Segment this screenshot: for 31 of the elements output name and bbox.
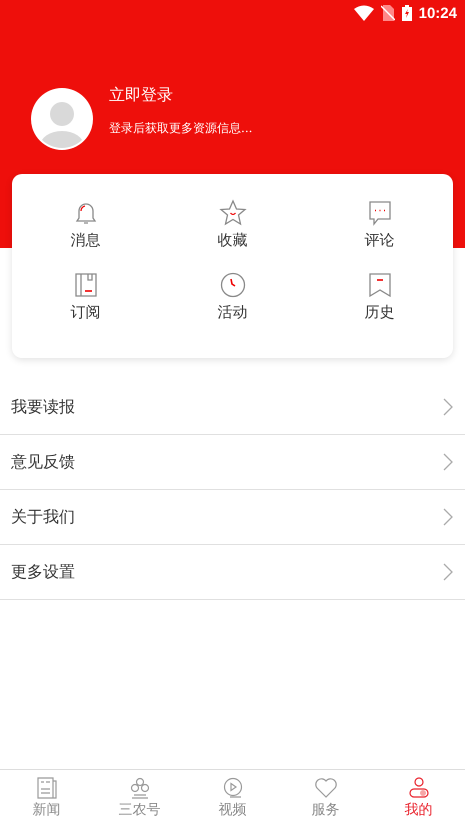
wifi-icon [354, 5, 374, 21]
star-icon [218, 199, 246, 227]
avatar-icon[interactable] [31, 88, 93, 150]
menu-item[interactable]: 意见反馈 [0, 435, 465, 490]
shortcut-item[interactable]: 订阅 [12, 270, 159, 338]
menu-item[interactable]: 关于我们 [0, 490, 465, 545]
clock-icon [218, 270, 246, 298]
tab[interactable]: 我的 [372, 770, 465, 826]
chevron-right-icon [443, 508, 453, 526]
heart-icon [314, 777, 338, 799]
shortcut-item[interactable]: 消息 [12, 199, 159, 266]
chevron-right-icon [443, 563, 453, 581]
tab[interactable]: 视频 [186, 770, 279, 826]
tab[interactable]: 三农号 [93, 770, 186, 826]
shortcut-item[interactable]: 历史 [306, 270, 453, 338]
shortcut-item[interactable]: 评论 [306, 199, 453, 266]
tab[interactable]: 服务 [279, 770, 372, 826]
user-icon [406, 777, 430, 799]
no-sim-icon [380, 5, 395, 21]
shortcut-item[interactable]: 活动 [159, 270, 306, 338]
login-link[interactable]: 立即登录 [109, 85, 252, 106]
chevron-right-icon [443, 398, 453, 416]
news-icon [34, 777, 58, 799]
tab[interactable]: 新闻 [0, 770, 93, 826]
login-hint: 登录后获取更多资源信息... [109, 120, 252, 137]
battery-charging-icon [402, 5, 412, 21]
menu-item[interactable]: 我要读报 [0, 380, 465, 435]
chevron-right-icon [443, 453, 453, 471]
shortcut-item[interactable]: 收藏 [159, 199, 306, 266]
status-time: 10:24 [418, 4, 457, 22]
menu-item[interactable]: 更多设置 [0, 545, 465, 600]
